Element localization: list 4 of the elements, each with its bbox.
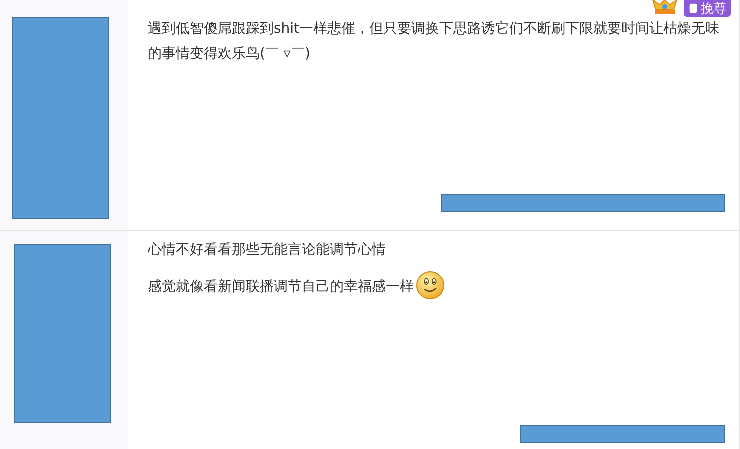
- post-text: 心情不好看看那些无能言论能调节心情: [148, 241, 386, 260]
- post-text: 感觉就像看新闻联播调节自己的幸福感一样: [148, 278, 414, 297]
- support-button[interactable]: 挽尊: [684, 0, 731, 17]
- post-text: 遇到低智傻屌跟踩到shit一样悲催，但只要调换下思路诱它们不断刷下限就要时间让枯燥无味的事情变得欢乐鸟(￣ ▿￣): [148, 20, 721, 64]
